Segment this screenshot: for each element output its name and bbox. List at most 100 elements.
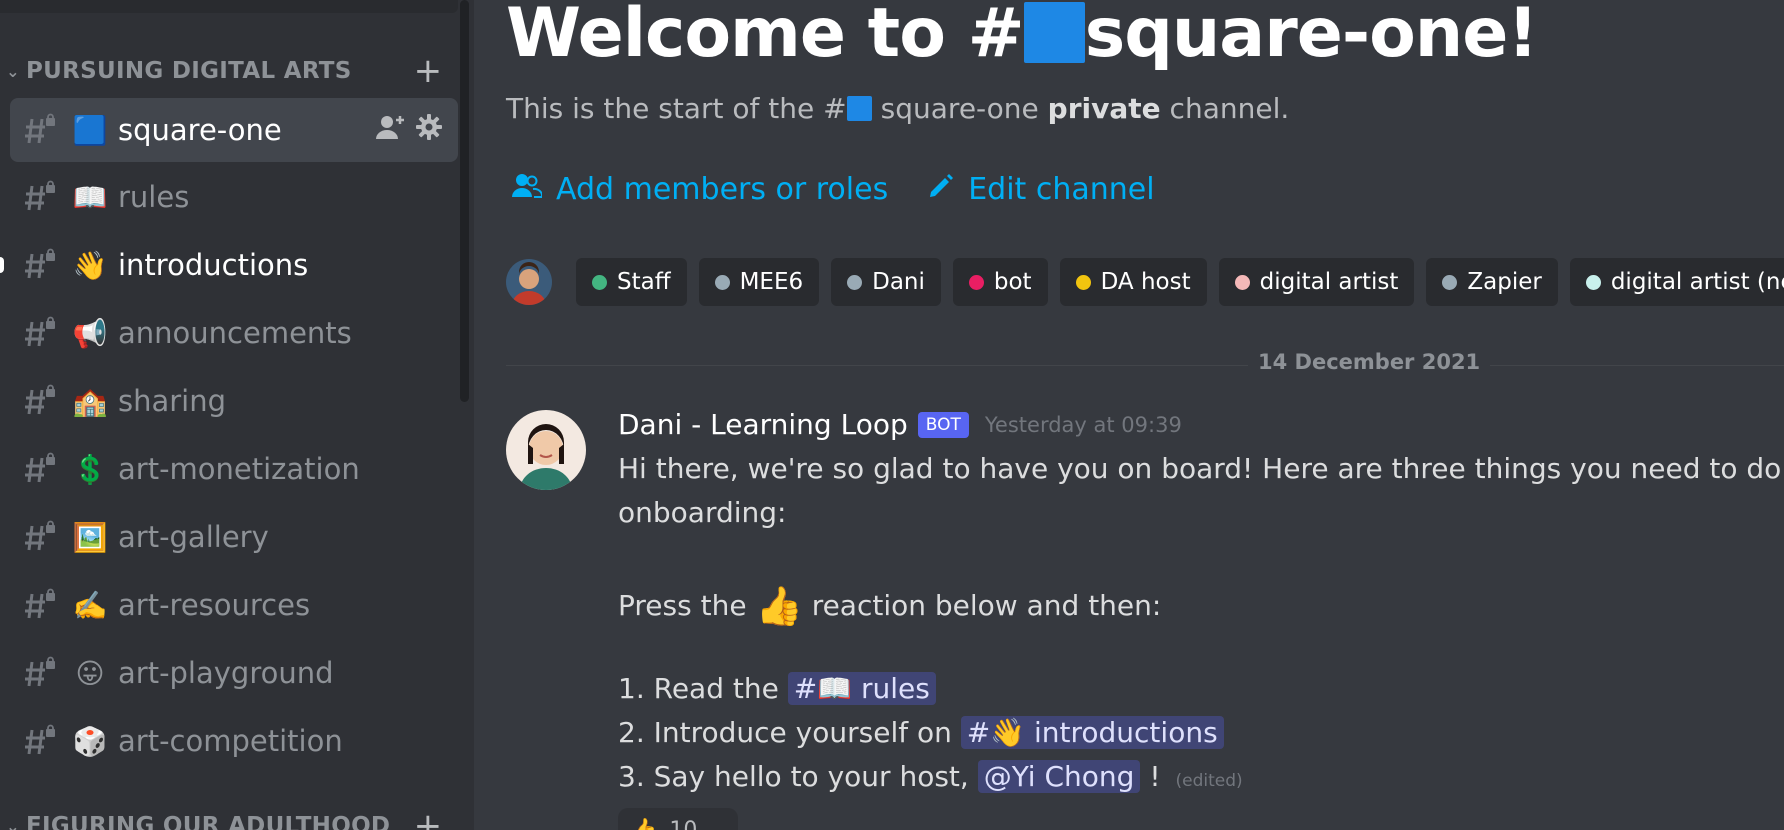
user-mention[interactable]: @Yi Chong (977, 760, 1141, 793)
role-pill[interactable]: bot (952, 258, 1048, 306)
role-name: Staff (617, 269, 671, 295)
channel-art-competition[interactable]: 🎲 art-competition (10, 709, 458, 773)
category-label: FIGURING OUR ADULTHOOD (26, 813, 391, 830)
add-members-label: Add members or roles (556, 172, 889, 207)
private-channel-hash-icon (10, 113, 70, 147)
message-header: Dani - Learning Loop BOT Yesterday at 09… (618, 408, 1182, 441)
role-pill[interactable]: Dani (831, 258, 941, 306)
edited-tag: (edited) (1175, 771, 1243, 791)
channel-announcements[interactable]: 📢 announcements (10, 301, 458, 365)
welcome-title-suffix: square-one! (1084, 0, 1539, 73)
channel-name: rules (118, 180, 190, 214)
role-color-dot (714, 274, 730, 290)
message-line: Hi there, we're so glad to have you on b… (618, 452, 1784, 485)
channel-emoji: 📖 (72, 180, 108, 214)
category-pursuing-digital-arts[interactable]: ⌄ PURSUING DIGITAL ARTS + (0, 51, 458, 91)
channel-settings-gear-icon[interactable] (416, 113, 442, 148)
channel-sidebar: ⌄ PURSUING DIGITAL ARTS + 🟦 square-one 📖… (0, 0, 474, 830)
channel-name: art-competition (118, 724, 343, 758)
step-text: 1. Read the (618, 672, 779, 705)
channel-sharing[interactable]: 🏫 sharing (10, 369, 458, 433)
blue-square-icon (846, 95, 872, 121)
create-channel-icon[interactable]: + (408, 51, 448, 91)
role-name: Zapier (1467, 269, 1542, 295)
role-name: MEE6 (739, 269, 804, 295)
private-channel-hash-icon (10, 452, 70, 486)
channel-name: art-resources (118, 588, 311, 622)
channel-name: art-playground (118, 656, 334, 690)
invite-user-icon[interactable] (376, 113, 406, 148)
channel-mention-rules[interactable]: #📖 rules (787, 672, 936, 705)
message-line: 2. Introduce yourself on #👋 introduction… (618, 716, 1224, 749)
channel-square-one[interactable]: 🟦 square-one (10, 98, 458, 162)
channel-emoji: 🟦 (72, 113, 108, 147)
message-line: 3. Say hello to your host, @Yi Chong ! (… (618, 760, 1243, 793)
welcome-subtitle: This is the start of the # square-one pr… (506, 92, 1289, 125)
member-avatar[interactable] (506, 259, 552, 305)
private-channel-hash-icon (10, 316, 70, 350)
pencil-icon (928, 172, 954, 207)
step-text: 3. Say hello to your host, (618, 760, 969, 793)
create-channel-icon[interactable]: + (408, 806, 448, 830)
channel-name: art-gallery (118, 520, 269, 554)
channel-emoji: 💲 (72, 452, 108, 486)
role-name: digital artist (1259, 269, 1399, 295)
private-channel-hash-icon (10, 248, 70, 282)
channel-art-playground[interactable]: 😛 art-playground (10, 641, 458, 705)
sub-channel: square-one (871, 92, 1048, 125)
channel-emoji: 👋 (72, 248, 108, 282)
chevron-down-icon[interactable]: ⌄ (0, 62, 26, 81)
role-color-dot (1234, 274, 1250, 290)
channel-emoji: 🎲 (72, 724, 108, 758)
role-pill[interactable]: MEE6 (698, 258, 820, 306)
sub-private: private (1047, 92, 1161, 125)
author-avatar[interactable] (506, 410, 586, 490)
bot-tag: BOT (917, 411, 969, 438)
role-name: digital artist (new) (1610, 269, 1784, 295)
sub-prefix: This is the start of the # (506, 92, 847, 125)
role-pill[interactable]: Zapier (1426, 258, 1558, 306)
press-prefix: Press the (618, 589, 747, 622)
unread-indicator (0, 257, 4, 273)
channel-emoji: 😛 (75, 656, 105, 690)
channel-name: sharing (118, 384, 227, 418)
role-pill[interactable]: DA host (1059, 258, 1207, 306)
channel-name: introductions (118, 248, 309, 282)
channel-introductions[interactable]: 👋 introductions (0, 233, 458, 297)
welcome-title-prefix: Welcome to # (506, 0, 1025, 73)
channel-art-monetization[interactable]: 💲 art-monetization (10, 437, 458, 501)
channel-art-resources[interactable]: ✍️ art-resources (10, 573, 458, 637)
channel-mention-introductions[interactable]: #👋 introductions (960, 716, 1224, 749)
sidebar-top-item[interactable] (0, 0, 458, 13)
role-pill[interactable]: digital artist (new) (1569, 258, 1784, 306)
step-text: 2. Introduce yourself on (618, 716, 952, 749)
channel-name: announcements (118, 316, 352, 350)
chevron-down-icon[interactable]: ⌄ (0, 817, 26, 830)
thumbs-up-icon: 👍 (630, 817, 658, 830)
role-color-dot (1442, 274, 1458, 290)
private-channel-hash-icon (10, 656, 70, 690)
role-name: DA host (1100, 269, 1191, 295)
date-divider (506, 365, 1784, 366)
private-channel-hash-icon (10, 520, 70, 554)
sidebar-scrollbar[interactable] (460, 0, 469, 402)
private-channel-hash-icon (10, 588, 70, 622)
category-figuring-our-adulthood[interactable]: ⌄ FIGURING OUR ADULTHOOD + (0, 806, 458, 830)
role-pill[interactable]: Staff (576, 258, 687, 306)
channel-rules[interactable]: 📖 rules (10, 165, 458, 229)
add-members-icon (512, 172, 544, 207)
edit-channel-button[interactable]: Edit channel (928, 172, 1155, 207)
message-line: Press the 👍 reaction below and then: (618, 584, 1161, 629)
sub-suffix: channel. (1160, 92, 1290, 125)
add-members-button[interactable]: Add members or roles (512, 172, 888, 207)
blue-square-icon (1023, 1, 1085, 63)
reaction-thumbs-up[interactable]: 👍 10 (618, 808, 738, 830)
private-channel-hash-icon (10, 384, 70, 418)
date-divider-label: 14 December 2021 (1248, 350, 1491, 374)
channel-art-gallery[interactable]: 🖼️ art-gallery (10, 505, 458, 569)
author-name[interactable]: Dani - Learning Loop (618, 408, 908, 441)
channel-name: square-one (118, 113, 282, 147)
role-pill[interactable]: digital artist (1218, 258, 1415, 306)
channel-main: Welcome to # square-one! This is the star… (474, 0, 1784, 830)
channel-name: art-monetization (118, 452, 360, 486)
